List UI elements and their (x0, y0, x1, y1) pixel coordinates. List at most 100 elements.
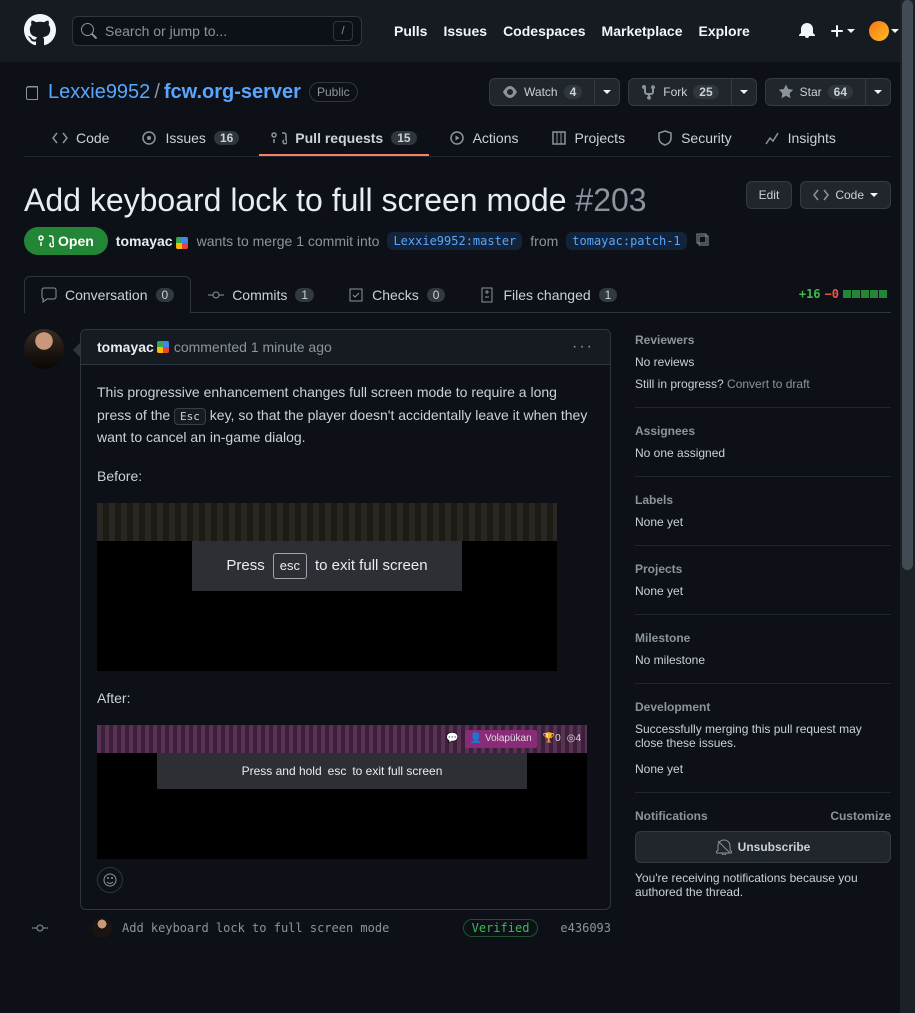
fork-menu[interactable] (732, 78, 757, 106)
head-branch[interactable]: tomayac:patch-1 (566, 232, 686, 250)
assignees-title[interactable]: Assignees (635, 424, 891, 438)
projects-none: None yet (635, 584, 891, 598)
notification-reason: You're receiving notifications because y… (635, 871, 891, 899)
verified-badge[interactable]: Verified (463, 919, 539, 937)
pr-author[interactable]: tomayac (116, 233, 173, 249)
comment-when: commented 1 minute ago (174, 339, 332, 355)
path-sep: / (154, 81, 160, 103)
reviewers-title[interactable]: Reviewers (635, 333, 891, 347)
customize-notifications[interactable]: Customize (830, 809, 891, 823)
notifications-title: Notifications (635, 809, 708, 823)
commit-marker-icon (32, 920, 48, 936)
labels-title[interactable]: Labels (635, 493, 891, 507)
tab-actions[interactable]: Actions (437, 122, 531, 156)
nav-explore[interactable]: Explore (698, 23, 749, 39)
avatar (869, 21, 889, 41)
screenshot-before[interactable]: Pressescto exit full screen (97, 503, 557, 671)
repo-owner-link[interactable]: Lexxie9952 (48, 81, 150, 103)
unsubscribe-button[interactable]: Unsubscribe (635, 831, 891, 863)
commit-sha[interactable]: e436093 (560, 921, 611, 935)
merge-text: wants to merge 1 commit into (197, 233, 380, 249)
nav-issues[interactable]: Issues (443, 23, 487, 39)
file-diff-icon (479, 287, 495, 303)
star-button[interactable]: Star 64 (765, 78, 866, 106)
notifications-icon[interactable] (799, 22, 815, 41)
comment-menu[interactable]: ··· (572, 338, 594, 356)
development-title[interactable]: Development (635, 700, 891, 714)
comment-author-avatar[interactable] (24, 329, 64, 369)
chat-bubble-icon: 💬 (446, 731, 458, 747)
tab-conversation[interactable]: Conversation0 (24, 276, 191, 313)
target-stat: ◎4 (567, 731, 581, 747)
global-search[interactable]: Search or jump to... / (72, 16, 362, 46)
watch-button[interactable]: Watch 4 (489, 78, 595, 106)
commit-author-avatar[interactable] (92, 918, 112, 938)
scrollbar-thumb[interactable] (902, 0, 913, 570)
milestone-title[interactable]: Milestone (635, 631, 891, 645)
tab-insights[interactable]: Insights (752, 122, 848, 156)
label-before: Before: (97, 465, 594, 487)
repo-name-link[interactable]: fcw.org-server (164, 81, 301, 103)
watch-menu[interactable] (595, 78, 620, 106)
google-badge-icon (176, 237, 188, 249)
base-branch[interactable]: Lexxie9952:master (387, 232, 522, 250)
projects-title[interactable]: Projects (635, 562, 891, 576)
nav-marketplace[interactable]: Marketplace (602, 23, 683, 39)
google-badge-icon (157, 341, 169, 353)
commit-message[interactable]: Add keyboard lock to full screen mode (122, 921, 389, 935)
bell-slash-icon (716, 839, 732, 855)
user-menu[interactable] (869, 21, 899, 41)
commit-event: Add keyboard lock to full screen mode Ve… (32, 910, 611, 938)
development-none: None yet (635, 762, 891, 776)
tab-checks[interactable]: Checks0 (331, 276, 462, 313)
star-count: 64 (828, 85, 853, 99)
tab-files-changed[interactable]: Files changed1 (462, 276, 634, 313)
search-slash-kbd: / (333, 21, 353, 41)
development-text: Successfully merging this pull request m… (635, 722, 891, 750)
play-icon (449, 130, 465, 146)
volapukan-badge: 👤 Volapükan (465, 730, 537, 748)
screenshot-after[interactable]: 💬 👤 Volapükan 🏆0 ◎4 Press and holdescto … (97, 725, 587, 859)
star-menu[interactable] (866, 78, 891, 106)
tab-projects[interactable]: Projects (539, 122, 638, 156)
pr-number: #203 (575, 182, 646, 218)
github-logo[interactable] (24, 14, 56, 49)
edit-button[interactable]: Edit (746, 181, 793, 209)
nav-pulls[interactable]: Pulls (394, 23, 427, 39)
search-icon (81, 23, 97, 39)
shield-icon (657, 130, 673, 146)
milestone-none: No milestone (635, 653, 891, 667)
star-icon (778, 84, 794, 100)
comment-icon (41, 287, 57, 303)
comment-author[interactable]: tomayac (97, 339, 154, 355)
create-new-menu[interactable] (829, 23, 855, 39)
add-reaction-button[interactable] (97, 867, 123, 893)
watch-count: 4 (564, 85, 583, 99)
comment-p1: This progressive enhancement changes ful… (97, 381, 594, 448)
tab-pull-requests[interactable]: Pull requests15 (259, 122, 428, 156)
commit-icon (208, 287, 224, 303)
comment-box: tomayac commented 1 minute ago ··· This … (80, 329, 611, 910)
code-icon (52, 130, 68, 146)
visibility-badge: Public (309, 82, 358, 102)
nav-codespaces[interactable]: Codespaces (503, 23, 585, 39)
convert-to-draft[interactable]: Convert to draft (727, 377, 810, 391)
project-icon (551, 130, 567, 146)
fork-count: 25 (693, 85, 718, 99)
tab-commits[interactable]: Commits1 (191, 276, 331, 313)
scrollbar[interactable] (900, 0, 915, 1013)
assignees-none: No one assigned (635, 446, 891, 460)
pr-title: Add keyboard lock to full screen mode (24, 182, 567, 218)
copy-branch-icon[interactable] (695, 232, 711, 251)
code-button[interactable]: Code (800, 181, 891, 209)
fork-button[interactable]: Fork 25 (628, 78, 731, 106)
tab-security[interactable]: Security (645, 122, 744, 156)
pr-icon (271, 130, 287, 146)
pr-state-open: Open (24, 227, 108, 255)
reviewers-none: No reviews (635, 355, 891, 369)
tab-issues[interactable]: Issues16 (129, 122, 251, 156)
checklist-icon (348, 287, 364, 303)
issue-icon (141, 130, 157, 146)
tab-code[interactable]: Code (40, 122, 121, 156)
graph-icon (764, 130, 780, 146)
